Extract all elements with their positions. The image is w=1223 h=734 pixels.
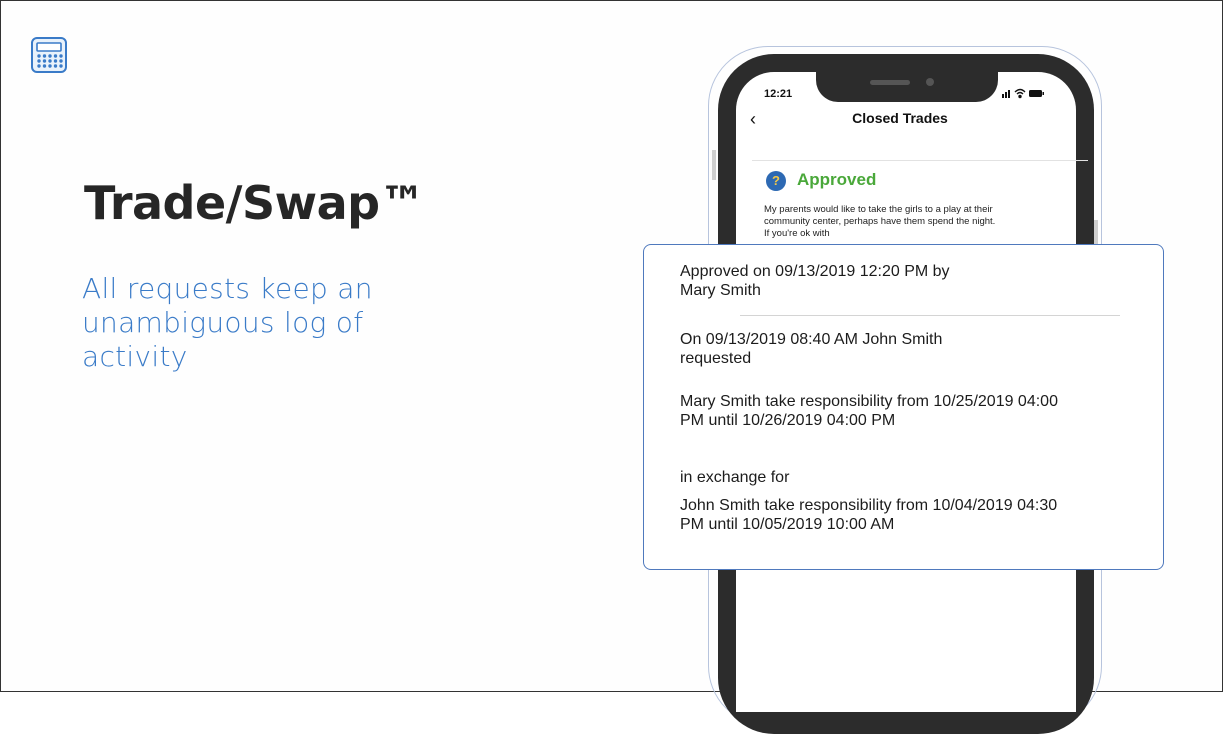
slide-subtitle: All requests keep an unambiguous log of … [82,272,373,373]
slide-title: Trade/Swap™ [84,176,426,230]
responsibility-entry: Mary Smith take responsibility from 10/2… [680,393,1058,429]
trade-message: My parents would like to take the girls … [764,204,996,239]
question-icon: ? [766,171,786,191]
battery-icon [1029,90,1044,97]
back-chevron-icon[interactable]: ‹ [750,110,766,128]
signal-icon [1002,90,1010,98]
nav-divider [752,160,1088,161]
responsibility-entry: John Smith take responsibility from 10/0… [680,497,1058,533]
phone-side-button [712,150,716,180]
approval-log-entry: Approved on 09/13/2019 12:20 PM by Mary … [680,263,950,299]
exchange-label: in exchange for [680,469,790,486]
phone-camera [926,78,934,86]
approved-status: Approved [797,170,877,189]
phone-notch [816,70,998,102]
request-log-entry: On 09/13/2019 08:40 AM John Smith reques… [680,331,943,367]
nav-title: Closed Trades [852,110,948,126]
status-icons [1002,88,1044,99]
calculator-icon [31,37,67,73]
status-time: 12:21 [764,88,793,100]
card-divider [740,315,1120,316]
phone-speaker [870,80,910,85]
wifi-icon [1014,88,1026,99]
